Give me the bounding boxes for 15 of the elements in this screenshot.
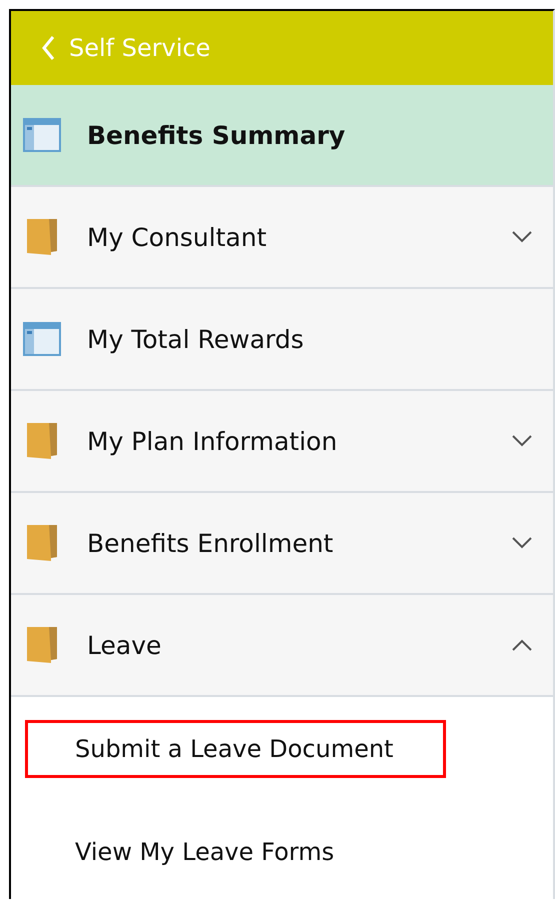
- back-chevron-icon: [41, 35, 55, 61]
- menu-item[interactable]: Benefits Enrollment: [11, 493, 553, 595]
- menu-item[interactable]: My Total Rewards: [11, 289, 553, 391]
- chevron-down-icon[interactable]: [511, 536, 533, 550]
- window-icon: [23, 322, 61, 356]
- chevron-up-icon[interactable]: [511, 638, 533, 652]
- menu-item[interactable]: My Plan Information: [11, 391, 553, 493]
- menu-item[interactable]: My Consultant: [11, 187, 553, 289]
- submenu-item[interactable]: View My Leave Forms: [25, 822, 388, 880]
- submenu-item[interactable]: Submit a Leave Document: [25, 720, 446, 778]
- menu-item[interactable]: Benefits Summary: [11, 85, 553, 187]
- chevron-down-icon[interactable]: [511, 230, 533, 244]
- menu-item[interactable]: Leave: [11, 595, 553, 697]
- chevron-down-icon[interactable]: [511, 434, 533, 448]
- window-icon: [23, 118, 61, 152]
